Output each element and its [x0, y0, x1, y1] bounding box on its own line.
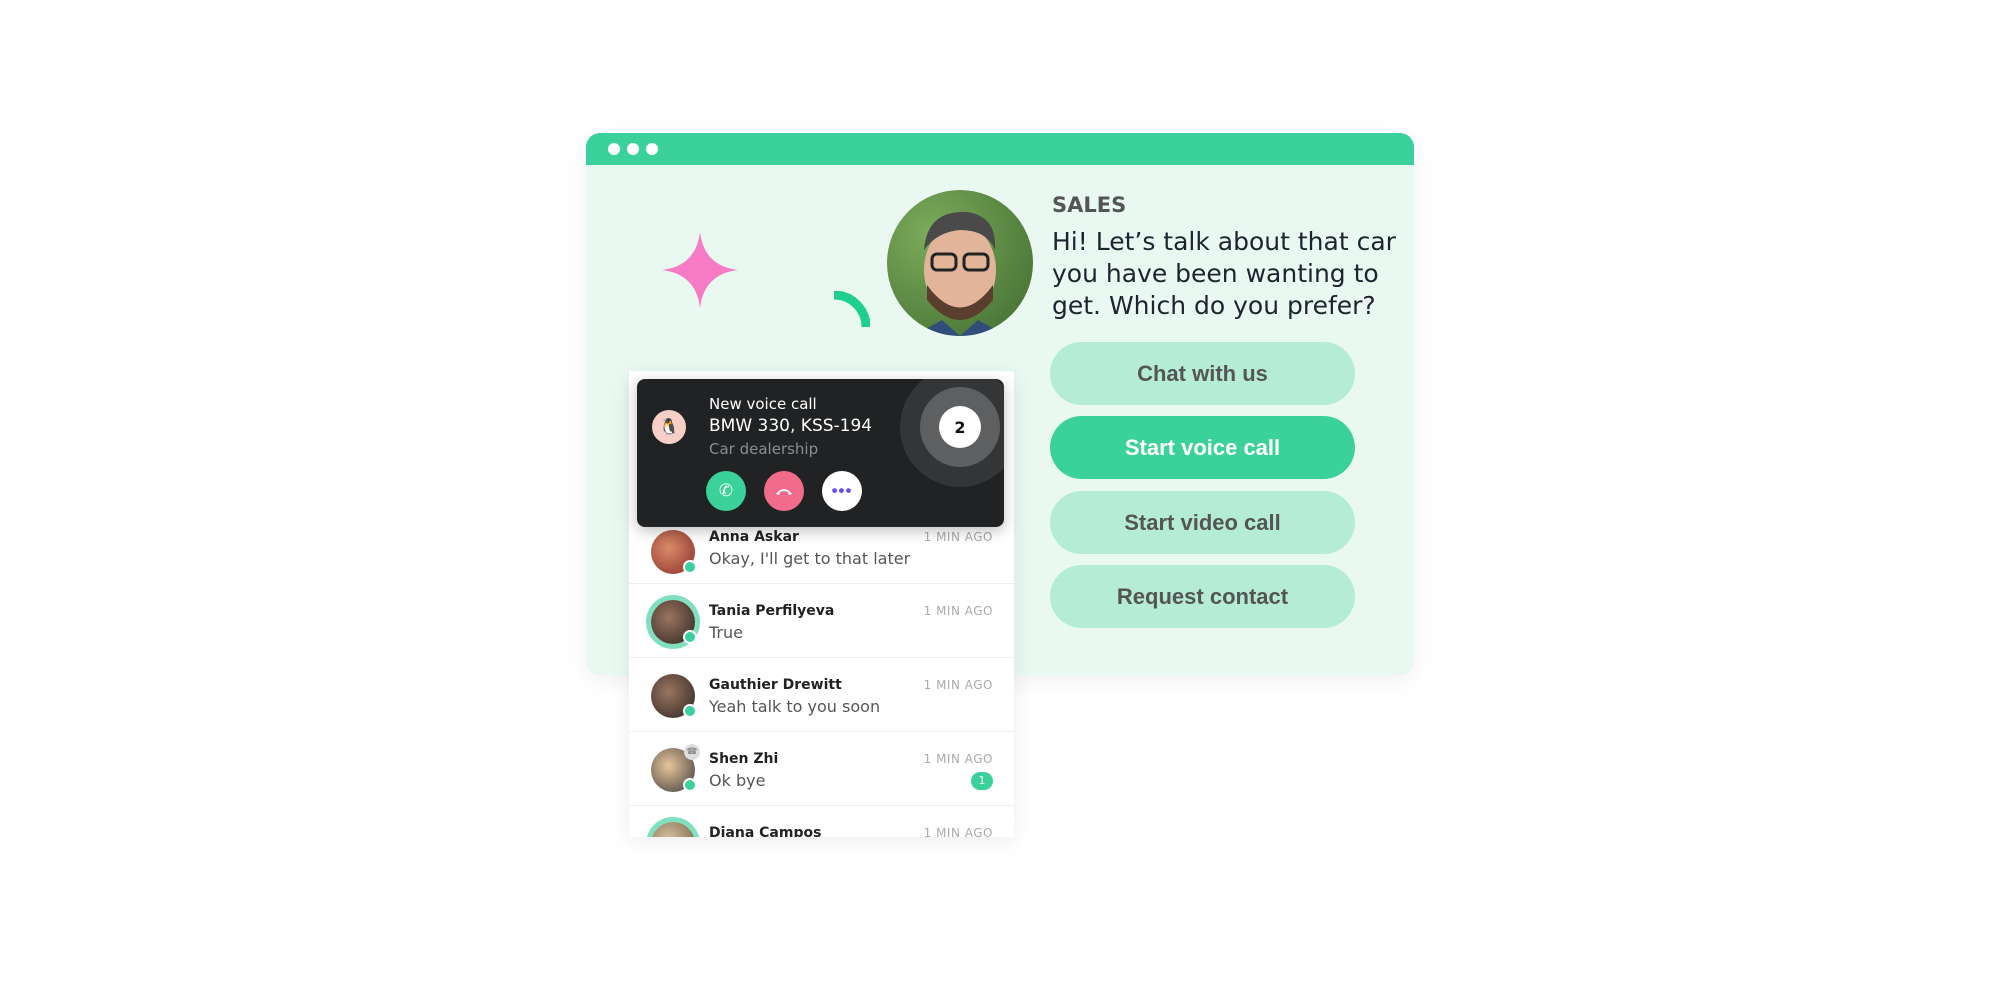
- window-titlebar: [586, 133, 1414, 165]
- incoming-call-card: 2 🐧 New voice call BMW 330, KSS-194 Car …: [637, 379, 1004, 527]
- conversation-item[interactable]: ☎ Shen Zhi Ok bye 1 MIN AGO 1: [629, 732, 1014, 806]
- last-message: True: [709, 623, 743, 642]
- timestamp: 1 MIN AGO: [923, 530, 993, 544]
- timestamp: 1 MIN AGO: [923, 604, 993, 618]
- start-video-call-button[interactable]: Start video call: [1050, 491, 1355, 554]
- call-source: Car dealership: [709, 440, 819, 458]
- conversation-item[interactable]: Gauthier Drewitt Yeah talk to you soon 1…: [629, 658, 1014, 732]
- call-title: New voice call: [709, 395, 817, 413]
- last-message: Okay, I'll get to that later: [709, 549, 911, 568]
- caller-avatar: 🐧: [652, 410, 686, 444]
- online-status-icon: [683, 778, 697, 792]
- contact-name: Tania Perfilyeva: [709, 603, 835, 619]
- window-dot: [627, 143, 639, 155]
- agent-avatar: [887, 190, 1033, 336]
- window-dot: [608, 143, 620, 155]
- hang-up-icon: [776, 489, 792, 495]
- phone-icon: ☎: [684, 744, 700, 760]
- contact-name: Diana Campos: [709, 825, 822, 837]
- avatar: [651, 822, 695, 837]
- queue-count: 2: [939, 406, 981, 448]
- contact-name: Anna Askar: [709, 529, 799, 545]
- timestamp: 1 MIN AGO: [923, 678, 993, 692]
- online-status-icon: [683, 630, 697, 644]
- last-message: Ok bye: [709, 771, 766, 790]
- agent-department: SALES: [1052, 193, 1127, 217]
- request-contact-button[interactable]: Request contact: [1050, 565, 1355, 628]
- more-options-button[interactable]: •••: [822, 471, 862, 511]
- unread-badge: 1: [971, 772, 993, 790]
- accept-call-button[interactable]: ✆: [706, 471, 746, 511]
- conversation-item[interactable]: Tania Perfilyeva True 1 MIN AGO: [629, 584, 1014, 658]
- sparkle-icon: [662, 232, 738, 308]
- conversation-item[interactable]: Diana Campos 1 MIN AGO: [629, 806, 1014, 837]
- start-voice-call-button[interactable]: Start voice call: [1050, 416, 1355, 479]
- timestamp: 1 MIN AGO: [923, 826, 993, 837]
- call-subject: BMW 330, KSS-194: [709, 416, 873, 436]
- arc-decoration-icon: [834, 291, 870, 327]
- decline-call-button[interactable]: [764, 471, 804, 511]
- timestamp: 1 MIN AGO: [923, 752, 993, 766]
- online-status-icon: [683, 704, 697, 718]
- online-status-icon: [683, 560, 697, 574]
- window-dot: [646, 143, 658, 155]
- contact-name: Shen Zhi: [709, 751, 779, 767]
- last-message: Yeah talk to you soon: [709, 697, 881, 716]
- more-dots-icon: •••: [831, 481, 853, 500]
- agent-message: Hi! Let’s talk about that car you have b…: [1052, 227, 1396, 320]
- phone-icon: ✆: [718, 481, 734, 500]
- contact-name: Gauthier Drewitt: [709, 677, 842, 693]
- chat-with-us-button[interactable]: Chat with us: [1050, 342, 1355, 405]
